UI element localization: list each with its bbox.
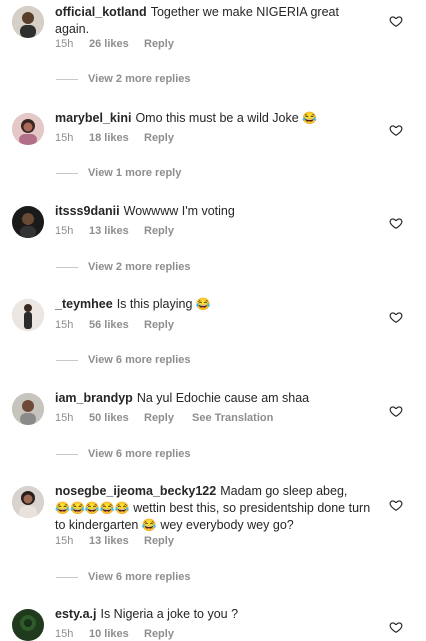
view-replies-link[interactable]: View 1 more reply xyxy=(56,167,181,181)
view-replies-label[interactable]: View 6 more replies xyxy=(88,448,191,460)
see-translation-link[interactable]: See Translation xyxy=(192,412,273,424)
reply-button[interactable]: Reply xyxy=(144,535,174,547)
comment-meta: 15h 50 likes Reply See Translation xyxy=(55,412,273,424)
avatar[interactable] xyxy=(12,393,44,425)
view-replies-link[interactable]: View 6 more replies xyxy=(56,448,191,462)
view-replies-label[interactable]: View 2 more replies xyxy=(88,73,191,85)
comment-text: iam_brandyp Na yul Edochie cause am shaa xyxy=(55,390,373,407)
view-replies-label[interactable]: View 6 more replies xyxy=(88,571,191,583)
likes-count[interactable]: 50 likes xyxy=(89,412,144,424)
comment-meta: 15h 18 likes Reply xyxy=(55,132,174,144)
comment-body: Omo this must be a wild Joke xyxy=(135,111,299,125)
comment-body: Is Nigeria a joke to you ? xyxy=(100,607,239,621)
like-heart-icon[interactable] xyxy=(389,123,403,137)
like-heart-icon[interactable] xyxy=(389,404,403,418)
view-replies-link[interactable]: View 6 more replies xyxy=(56,354,191,368)
comment-meta: 15h 56 likes Reply xyxy=(55,319,174,331)
comment-text: nosegbe_ijeoma_becky122 Madam go sleep ab… xyxy=(55,483,373,534)
avatar[interactable] xyxy=(12,113,44,145)
likes-count[interactable]: 13 likes xyxy=(89,225,144,237)
view-replies-label[interactable]: View 6 more replies xyxy=(88,354,191,366)
avatar[interactable] xyxy=(12,206,44,238)
view-replies-label[interactable]: View 2 more replies xyxy=(88,261,191,273)
view-replies-link[interactable]: View 6 more replies xyxy=(56,571,191,585)
comment-text: esty.a.j Is Nigeria a joke to you ? xyxy=(55,606,373,623)
comment-body-part3: wey everybody wey go? xyxy=(160,518,294,532)
laughing-emoji-icon: 😂 xyxy=(141,518,157,532)
laughing-emoji-icon: 😂😂😂😂😂 xyxy=(55,501,130,515)
replies-divider xyxy=(56,172,78,174)
comment-meta: 15h 26 likes Reply xyxy=(55,38,174,50)
username[interactable]: marybel_kini xyxy=(55,111,131,125)
likes-count[interactable]: 13 likes xyxy=(89,535,144,547)
reply-button[interactable]: Reply xyxy=(144,319,174,331)
like-heart-icon[interactable] xyxy=(389,216,403,230)
username[interactable]: iam_brandyp xyxy=(55,391,133,405)
timestamp: 15h xyxy=(55,412,74,424)
timestamp: 15h xyxy=(55,628,74,640)
likes-count[interactable]: 18 likes xyxy=(89,132,144,144)
likes-count[interactable]: 56 likes xyxy=(89,319,144,331)
replies-divider xyxy=(56,359,78,361)
timestamp: 15h xyxy=(55,319,74,331)
comment-meta: 15h 13 likes Reply xyxy=(55,535,174,547)
likes-count[interactable]: 26 likes xyxy=(89,38,144,50)
view-replies-link[interactable]: View 2 more replies xyxy=(56,73,191,87)
username[interactable]: esty.a.j xyxy=(55,607,96,621)
timestamp: 15h xyxy=(55,225,74,237)
timestamp: 15h xyxy=(55,535,74,547)
timestamp: 15h xyxy=(55,132,74,144)
reply-button[interactable]: Reply xyxy=(144,412,192,424)
timestamp: 15h xyxy=(55,38,74,50)
comment-text: marybel_kini Omo this must be a wild Joke… xyxy=(55,110,373,127)
comment-text: _teymhee Is this playing 😂 xyxy=(55,296,373,313)
avatar[interactable] xyxy=(12,609,44,641)
view-replies-link[interactable]: View 2 more replies xyxy=(56,261,191,275)
username[interactable]: nosegbe_ijeoma_becky122 xyxy=(55,484,216,498)
replies-divider xyxy=(56,453,78,455)
avatar[interactable] xyxy=(12,299,44,331)
comment-meta: 15h 13 likes Reply xyxy=(55,225,174,237)
reply-button[interactable]: Reply xyxy=(144,225,174,237)
username[interactable]: official_kotland xyxy=(55,5,147,19)
replies-divider xyxy=(56,266,78,268)
like-heart-icon[interactable] xyxy=(389,498,403,512)
comment-text: official_kotland Together we make NIGERIA… xyxy=(55,4,373,38)
comment-text: itsss9danii Wowwww I'm voting xyxy=(55,203,373,220)
comment-body-part1: Madam go sleep abeg, xyxy=(220,484,348,498)
username[interactable]: itsss9danii xyxy=(55,204,120,218)
reply-button[interactable]: Reply xyxy=(144,132,174,144)
replies-divider xyxy=(56,576,78,578)
laughing-emoji-icon: 😂 xyxy=(195,297,211,311)
avatar[interactable] xyxy=(12,6,44,38)
laughing-emoji-icon: 😂 xyxy=(302,111,318,125)
username[interactable]: _teymhee xyxy=(55,297,113,311)
comment-body: Is this playing xyxy=(116,297,193,311)
like-heart-icon[interactable] xyxy=(389,14,403,28)
like-heart-icon[interactable] xyxy=(389,620,403,634)
comment-meta: 15h 10 likes Reply xyxy=(55,628,174,640)
comment-body: Na yul Edochie cause am shaa xyxy=(136,391,310,405)
reply-button[interactable]: Reply xyxy=(144,38,174,50)
replies-divider xyxy=(56,78,78,80)
view-replies-label[interactable]: View 1 more reply xyxy=(88,167,181,179)
reply-button[interactable]: Reply xyxy=(144,628,174,640)
like-heart-icon[interactable] xyxy=(389,310,403,324)
avatar[interactable] xyxy=(12,486,44,518)
likes-count[interactable]: 10 likes xyxy=(89,628,144,640)
comment-body: Wowwww I'm voting xyxy=(123,204,235,218)
